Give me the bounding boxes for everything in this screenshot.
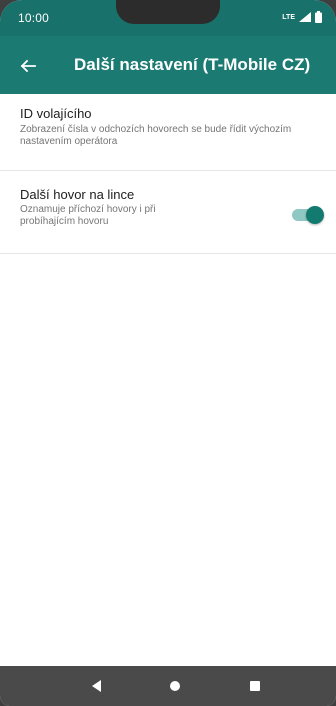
arrow-left-icon bbox=[20, 59, 36, 73]
setting-call-waiting[interactable]: Další hovor na lince Oznamuje příchozí h… bbox=[0, 171, 336, 254]
back-button[interactable] bbox=[14, 52, 42, 80]
lte-icon: LTE bbox=[282, 13, 295, 21]
battery-icon bbox=[315, 11, 322, 23]
home-circle-icon bbox=[170, 681, 180, 691]
call-waiting-toggle[interactable] bbox=[290, 205, 326, 225]
navigation-bar bbox=[0, 666, 336, 706]
setting-title: Další hovor na lince bbox=[20, 187, 135, 202]
setting-caller-id[interactable]: ID volajícího Zobrazení čísla v odchozíc… bbox=[0, 94, 336, 171]
nav-home-button[interactable] bbox=[164, 675, 186, 697]
setting-title: ID volajícího bbox=[20, 106, 92, 121]
phone-screen: 10:00 LTE Další nastavení (T-Mobile CZ) … bbox=[0, 0, 336, 706]
nav-recents-button[interactable] bbox=[244, 675, 266, 697]
signal-icon bbox=[299, 12, 311, 22]
recents-square-icon bbox=[250, 681, 260, 691]
setting-subtitle: Zobrazení čísla v odchozích hovorech se … bbox=[20, 124, 292, 147]
app-bar: Další nastavení (T-Mobile CZ) bbox=[0, 36, 336, 94]
status-bar: 10:00 LTE bbox=[0, 0, 336, 36]
setting-subtitle: Oznamuje příchozí hovory i při probíhají… bbox=[20, 204, 156, 227]
nav-back-button[interactable] bbox=[86, 675, 108, 697]
status-icons: LTE bbox=[282, 10, 322, 24]
status-time: 10:00 bbox=[18, 11, 50, 25]
page-title: Další nastavení (T-Mobile CZ) bbox=[74, 55, 311, 74]
toggle-thumb bbox=[306, 206, 324, 224]
settings-list: ID volajícího Zobrazení čísla v odchozíc… bbox=[0, 94, 336, 254]
camera-notch bbox=[116, 0, 220, 24]
back-triangle-icon bbox=[92, 680, 101, 692]
